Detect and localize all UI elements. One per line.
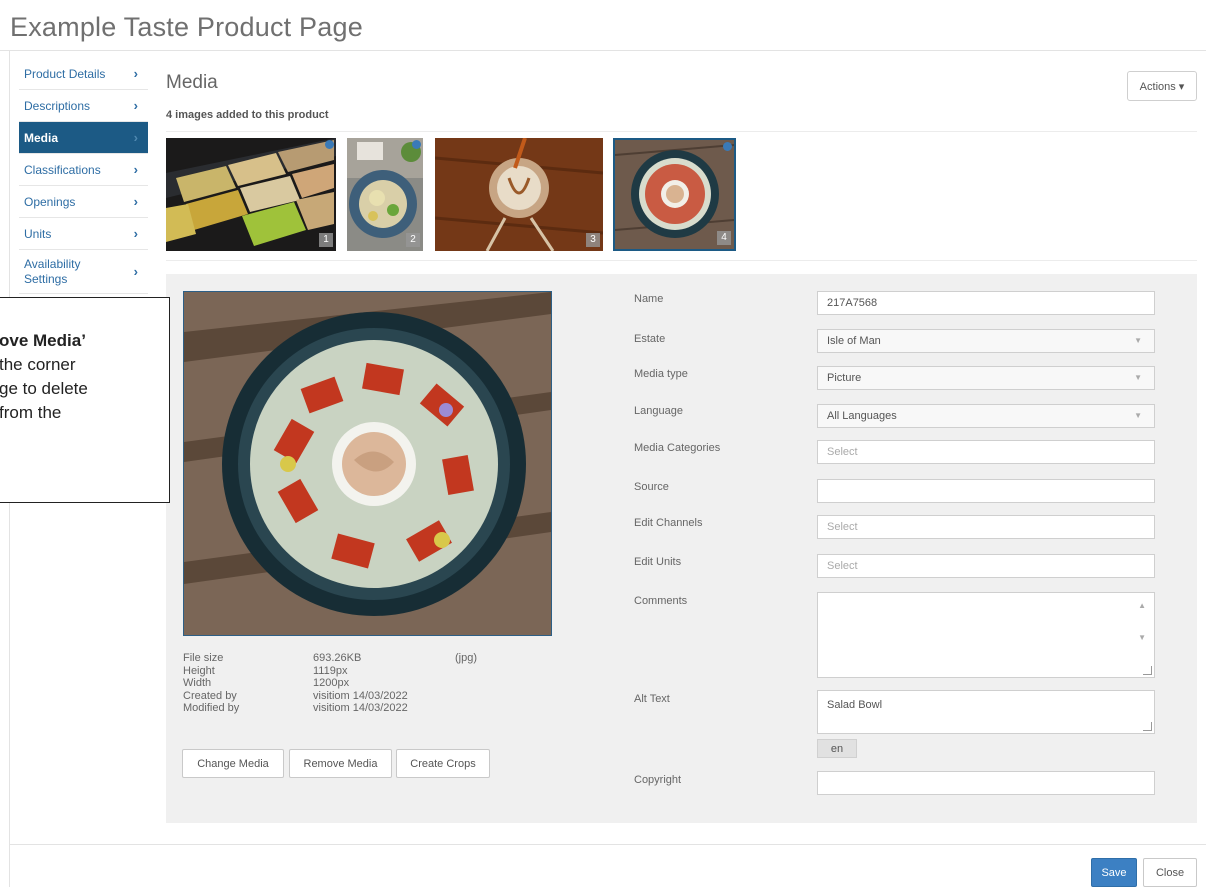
edit-units-label: Edit Units <box>634 556 682 568</box>
chevron-right-icon: › <box>133 194 138 209</box>
change-media-button[interactable]: Change Media <box>182 749 284 778</box>
sidebar-item-product-details[interactable]: Product Details › <box>19 58 148 90</box>
media-thumbnail[interactable]: 1 <box>166 138 336 251</box>
comments-textarea[interactable]: ▲ ▼ <box>817 592 1155 678</box>
callout-line: the corner <box>0 355 76 374</box>
salad-bowl-image <box>184 292 551 635</box>
copyright-label: Copyright <box>634 774 682 786</box>
save-button[interactable]: Save <box>1091 858 1137 887</box>
actions-dropdown-button[interactable]: Actions ▾ <box>1127 71 1197 101</box>
file-info-row: Modified by visitiom 14/03/2022 <box>183 702 408 714</box>
thumbnail-number: 1 <box>319 233 333 247</box>
chevron-right-icon: › <box>133 264 138 279</box>
create-crops-button[interactable]: Create Crops <box>396 749 490 778</box>
sidebar-item-label: Openings <box>24 194 76 209</box>
media-categories-input[interactable]: Select <box>817 440 1155 464</box>
name-label: Name <box>634 293 664 305</box>
language-badge[interactable]: en <box>817 739 857 758</box>
sidebar-item-units[interactable]: Units › <box>19 218 148 250</box>
sidebar-item-openings[interactable]: Openings › <box>19 186 148 218</box>
media-type-label: Media type <box>634 368 688 380</box>
sidebar-item-label: Product Details <box>24 66 106 81</box>
chevron-right-icon: › <box>133 66 138 81</box>
remove-media-button[interactable]: Remove Media <box>289 749 392 778</box>
remove-media-icon[interactable] <box>723 142 732 151</box>
file-info-row: Width 1200px <box>183 677 350 689</box>
sidebar-item-media[interactable]: Media › <box>19 122 148 154</box>
comments-label: Comments <box>634 595 688 607</box>
edit-units-input[interactable]: Select <box>817 554 1155 578</box>
thumbnail-number: 3 <box>586 233 600 247</box>
estate-select[interactable]: Isle of Man ▼ <box>817 329 1155 353</box>
buffet-trays-image <box>166 138 336 251</box>
media-thumbnail-selected[interactable]: 4 <box>613 138 736 251</box>
resize-handle-icon[interactable] <box>1143 666 1152 675</box>
media-type-select[interactable]: Picture ▼ <box>817 366 1155 390</box>
name-field[interactable]: 217A7568 <box>817 291 1155 315</box>
caret-down-icon: ▼ <box>1134 336 1142 345</box>
alt-text-textarea[interactable]: Salad Bowl <box>817 690 1155 734</box>
caret-down-icon: ▼ <box>1134 411 1142 420</box>
close-button[interactable]: Close <box>1143 858 1197 887</box>
callout-line: ge to delete <box>0 379 88 398</box>
edit-channels-label: Edit Channels <box>634 517 703 529</box>
file-info-row: File size 693.26KB (jpg) <box>183 652 478 664</box>
title-divider <box>0 50 1206 51</box>
file-info-row: Height 1119px <box>183 664 348 677</box>
coffee-cup-image <box>435 138 603 251</box>
language-select[interactable]: All Languages ▼ <box>817 404 1155 428</box>
callout-line: ove Media’ <box>0 331 86 350</box>
scroll-up-icon[interactable]: ▲ <box>1138 601 1146 610</box>
source-input[interactable] <box>817 479 1155 503</box>
alt-text-label: Alt Text <box>634 693 670 705</box>
chevron-right-icon: › <box>133 98 138 113</box>
footer-divider <box>9 844 1206 845</box>
file-info-row: Created by visitiom 14/03/2022 <box>183 689 408 702</box>
scroll-down-icon[interactable]: ▼ <box>1138 633 1146 642</box>
sidebar-item-descriptions[interactable]: Descriptions › <box>19 90 148 122</box>
chevron-right-icon: › <box>133 130 138 145</box>
language-label: Language <box>634 405 683 417</box>
sidebar-item-availability-settings[interactable]: Availability Settings › <box>19 250 148 294</box>
chevron-right-icon: › <box>133 226 138 241</box>
file-info: File size 693.26KB (jpg) Height 1119px W… <box>183 652 477 715</box>
instruction-callout: ove Media’ the corner ge to delete from … <box>0 297 170 503</box>
media-heading: Media <box>166 72 218 93</box>
resize-handle-icon[interactable] <box>1143 722 1152 731</box>
sidebar-item-label: Availability Settings <box>24 256 81 286</box>
edit-channels-input[interactable]: Select <box>817 515 1155 539</box>
estate-label: Estate <box>634 333 666 345</box>
chevron-right-icon: › <box>133 162 138 177</box>
sidebar: Product Details › Descriptions › Media ›… <box>19 58 148 294</box>
remove-media-icon[interactable] <box>412 140 421 149</box>
sidebar-item-label: Classifications <box>24 162 101 177</box>
source-label: Source <box>634 481 669 493</box>
sidebar-item-classifications[interactable]: Classifications › <box>19 154 148 186</box>
callout-line: from the <box>0 403 62 422</box>
thumbnail-number: 4 <box>717 231 731 245</box>
thumbnail-divider-top <box>166 131 1197 132</box>
page-title: Example Taste Product Page <box>10 12 363 42</box>
sidebar-item-label: Descriptions <box>24 98 91 113</box>
media-count-text: 4 images added to this product <box>166 109 329 121</box>
sidebar-item-label: Units <box>24 226 52 241</box>
remove-media-icon[interactable] <box>325 140 334 149</box>
media-thumbnail[interactable]: 3 <box>435 138 603 251</box>
thumbnail-number: 2 <box>406 233 420 247</box>
media-categories-label: Media Categories <box>634 442 721 454</box>
thumbnail-divider-bottom <box>166 260 1197 261</box>
media-thumbnail[interactable]: 2 <box>347 138 423 251</box>
selected-media-preview <box>183 291 552 636</box>
caret-down-icon: ▼ <box>1134 373 1142 382</box>
copyright-input[interactable] <box>817 771 1155 795</box>
sidebar-item-label: Media <box>24 130 59 145</box>
